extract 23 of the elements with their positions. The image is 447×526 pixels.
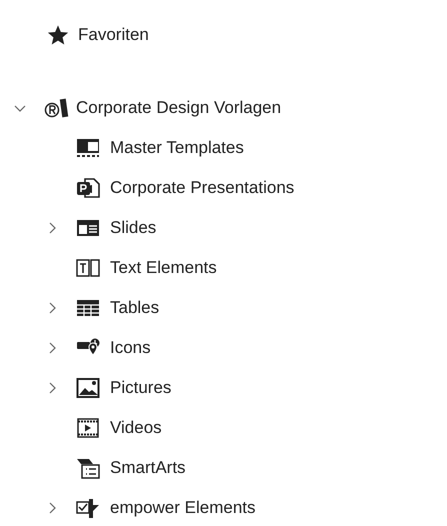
- tree-item[interactable]: Corporate Design Vorlagen: [76, 95, 282, 121]
- tree-item[interactable]: Corporate Presentations: [110, 175, 294, 201]
- registered-book-icon: [44, 97, 70, 119]
- tree-item[interactable]: SmartArts: [110, 455, 186, 481]
- video-icon: [76, 417, 100, 439]
- font-template-icon: [76, 137, 100, 159]
- tree-item[interactable]: Tables: [110, 295, 160, 321]
- slide-layout-icon: [76, 217, 100, 239]
- tree-item[interactable]: Videos: [110, 415, 162, 441]
- image-icon: [76, 377, 100, 399]
- tree-item[interactable]: Icons: [110, 335, 151, 361]
- tree-item[interactable]: Slides: [110, 215, 156, 241]
- tree-item[interactable]: Favoriten: [78, 22, 149, 48]
- presentation-file-icon: [76, 177, 100, 199]
- tree-item[interactable]: Pictures: [110, 375, 172, 401]
- tree-item[interactable]: Master Templates: [110, 135, 244, 161]
- star-icon: [47, 24, 69, 46]
- tree-item[interactable]: Text Elements: [110, 255, 217, 281]
- text-box-icon: [76, 257, 100, 279]
- smartart-icon: [76, 457, 100, 479]
- tree-item[interactable]: empower Elements: [110, 495, 256, 521]
- checkbox-elements-icon: [76, 497, 100, 519]
- table-icon: [76, 297, 100, 319]
